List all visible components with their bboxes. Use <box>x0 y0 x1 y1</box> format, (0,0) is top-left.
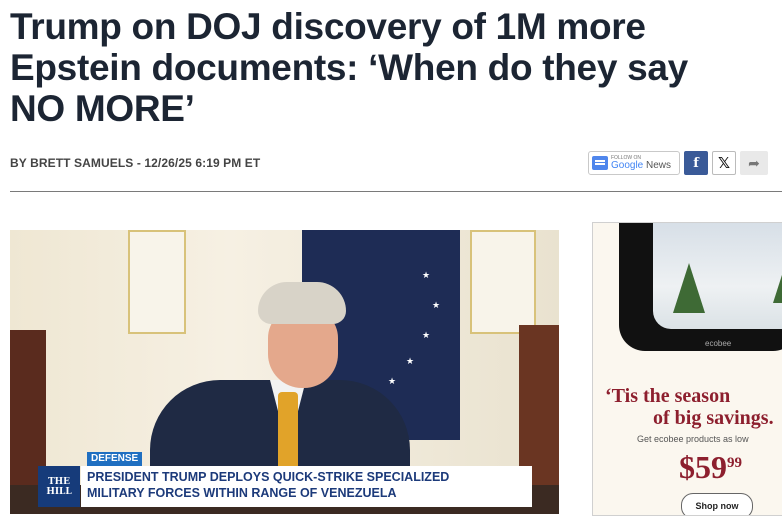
star-icon: ★ <box>432 300 441 310</box>
byline-separator: - <box>133 156 145 170</box>
headline-line-2: Epstein documents: ‘When do they say <box>10 47 688 88</box>
the-hill-logo: THE HILL <box>38 466 80 507</box>
shop-now-button[interactable]: Shop now <box>681 493 753 515</box>
publish-date: 12/26/25 6:19 PM ET <box>144 156 261 170</box>
ad-price: $5999 <box>679 449 742 486</box>
ad-title: ‘Tis the season of big savings. <box>605 385 782 429</box>
chyron-line-1: PRESIDENT TRUMP DEPLOYS QUICK-STRIKE SPE… <box>87 470 450 484</box>
hair <box>258 282 346 324</box>
wall-panel <box>470 230 536 334</box>
google-news-icon <box>592 156 608 170</box>
google-news-label: Google News <box>611 159 672 171</box>
share-arrow-icon: ➦ <box>748 154 760 171</box>
ad-title-line-1: ‘Tis the season <box>605 385 731 407</box>
news-label: News <box>643 159 672 171</box>
headline-line-1: Trump on DOJ discovery of 1M more <box>10 6 646 47</box>
byline: BY BRETT SAMUELS - 12/26/25 6:19 PM ET <box>10 156 260 170</box>
headline-line-3: NO MORE’ <box>10 88 195 129</box>
thermostat-screen <box>653 223 782 329</box>
more-share-button[interactable]: ➦ <box>740 151 768 175</box>
x-icon: 𝕏 <box>717 155 731 172</box>
facebook-share-button[interactable]: f <box>684 151 708 175</box>
logo-line-2: HILL <box>46 486 72 497</box>
star-icon: ★ <box>422 270 431 280</box>
author-link[interactable]: BRETT SAMUELS <box>30 156 133 170</box>
header-divider <box>10 191 782 192</box>
star-icon: ★ <box>422 330 431 340</box>
ad-price-cents: 99 <box>727 455 742 471</box>
ad-brand: ecobee <box>705 339 732 348</box>
ecobee-ad[interactable]: ecobee ‘Tis the season of big savings. G… <box>592 222 782 516</box>
google-news-follow-button[interactable]: FOLLOW ON Google News <box>588 151 680 175</box>
logo-line-1: THE <box>47 476 71 487</box>
article-headline: Trump on DOJ discovery of 1M more Epstei… <box>10 6 782 129</box>
google-news-text: FOLLOW ON Google News <box>611 155 672 171</box>
thermostat-image <box>619 223 782 351</box>
ad-title-line-2: of big savings. <box>653 407 774 429</box>
tree-icon <box>673 263 705 313</box>
facebook-icon: f <box>693 155 699 171</box>
google-label: Google <box>611 159 644 171</box>
ad-price-main: $59 <box>679 449 727 485</box>
byline-prefix: BY <box>10 156 31 170</box>
share-bar: FOLLOW ON Google News f 𝕏 ➦ <box>588 149 768 177</box>
x-share-button[interactable]: 𝕏 <box>712 151 736 175</box>
tree-icon <box>773 253 782 303</box>
category-tag: DEFENSE <box>87 452 143 466</box>
chyron-line-2: MILITARY FORCES WITHIN RANGE OF VENEZUEL… <box>87 486 397 500</box>
video-chyron: PRESIDENT TRUMP DEPLOYS QUICK-STRIKE SPE… <box>81 466 532 507</box>
ad-subtitle: Get ecobee products as low <box>637 434 749 444</box>
